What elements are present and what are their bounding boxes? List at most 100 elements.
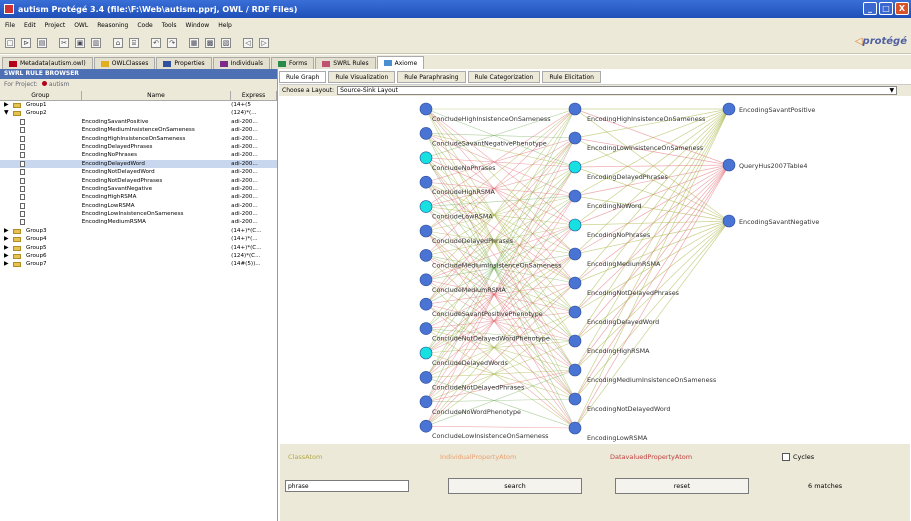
paste-icon[interactable]: ▥ xyxy=(91,37,101,48)
graph-node[interactable] xyxy=(419,224,433,238)
tab-axiome[interactable]: Axiome xyxy=(376,56,425,69)
graph-node[interactable] xyxy=(568,102,582,116)
subtab-rule-graph[interactable]: Rule Graph xyxy=(279,71,327,83)
menu-tools[interactable]: Tools xyxy=(162,22,177,29)
tab-owlclasses[interactable]: OWLClasses xyxy=(93,57,156,69)
subtab-rule-paraphrasing[interactable]: Rule Paraphrasing xyxy=(397,71,466,83)
rule-graph-canvas[interactable]: ConcludeHighInsistenceOnSameness Conclude… xyxy=(280,97,910,442)
graph-node[interactable] xyxy=(419,273,433,287)
collapse-arrow-icon[interactable]: ▶ xyxy=(4,252,9,260)
graph-node[interactable] xyxy=(568,392,582,406)
graph-node[interactable] xyxy=(568,363,582,377)
rule-row[interactable]: EncodingSavantPositive adi-200... xyxy=(0,118,277,126)
graph-node[interactable] xyxy=(568,334,582,348)
tab-forms[interactable]: Forms xyxy=(271,57,315,69)
open-icon[interactable]: ⊳ xyxy=(21,37,31,48)
collapse-arrow-icon[interactable]: ▶ xyxy=(4,244,9,252)
menu-window[interactable]: Window xyxy=(186,22,210,29)
subtab-rule-elicitation[interactable]: Rule Elicitation xyxy=(542,71,601,83)
menu-reasoning[interactable]: Reasoning xyxy=(97,22,128,29)
rule-row[interactable]: EncodingLowInsistenceOnSameness adi-200..… xyxy=(0,210,277,218)
forward-icon[interactable]: ▷ xyxy=(259,37,269,48)
graph-node[interactable] xyxy=(568,276,582,290)
layout-select[interactable]: Source-Sink Layout ▼ xyxy=(337,86,898,95)
menu-owl[interactable]: OWL xyxy=(74,22,88,29)
rule-row[interactable]: EncodingSavantNegative adi-200... xyxy=(0,185,277,193)
collapse-arrow-icon[interactable]: ▶ xyxy=(4,235,9,243)
graph-node[interactable] xyxy=(419,175,433,189)
rule-row[interactable]: EncodingMediumInsistenceOnSameness adi-20… xyxy=(0,126,277,134)
rule-group-row[interactable]: ▶ Group1 (14+(5 xyxy=(0,101,277,109)
undo-icon[interactable]: ↶ xyxy=(151,37,161,48)
column-header-name[interactable]: Name xyxy=(82,91,232,100)
copy-icon[interactable]: ▣ xyxy=(75,37,85,48)
back-icon[interactable]: ◁ xyxy=(243,37,253,48)
rule-group-row[interactable]: ▶ Group4 (14+)*(... xyxy=(0,235,277,243)
rule-row[interactable]: EncodingDelayedPhrases adi-200... xyxy=(0,143,277,151)
graph-node[interactable] xyxy=(568,131,582,145)
rule-row[interactable]: EncodingHighInsistenceOnSameness adi-200.… xyxy=(0,135,277,143)
rule-row[interactable]: EncodingNotDelayedPhrases adi-200... xyxy=(0,177,277,185)
graph-node[interactable] xyxy=(419,200,433,213)
graph-node[interactable] xyxy=(419,127,433,140)
rule-group-row[interactable]: ▼ Group2 (124)*(... xyxy=(0,109,277,117)
graph-node[interactable] xyxy=(568,160,582,174)
subtab-rule-visualization[interactable]: Rule Visualization xyxy=(328,71,396,83)
graph-node[interactable] xyxy=(419,151,433,165)
graph-node[interactable] xyxy=(568,189,582,203)
find-next-icon[interactable]: ⌸ xyxy=(129,37,139,48)
rule-row[interactable]: EncodingLowRSMA adi-200... xyxy=(0,202,277,210)
rule-group-row[interactable]: ▶ Group5 (14+)*(C... xyxy=(0,244,277,252)
collapse-arrow-icon[interactable]: ▶ xyxy=(4,227,9,235)
cycles-checkbox[interactable]: Cycles xyxy=(782,453,814,461)
rule-row[interactable]: EncodingNotDelayedWord adi-200... xyxy=(0,168,277,176)
cut-icon[interactable]: ✂ xyxy=(59,37,69,48)
rule-row[interactable]: EncodingDelayedWord adi-200... xyxy=(0,159,277,169)
tab-properties[interactable]: Properties xyxy=(156,57,212,69)
graph-node[interactable] xyxy=(722,102,736,116)
collapse-arrow-icon[interactable]: ▶ xyxy=(4,101,9,109)
reset-button[interactable]: reset xyxy=(615,478,749,494)
graph-node[interactable] xyxy=(419,297,433,311)
column-header-group[interactable]: Group xyxy=(0,91,82,100)
graph-node[interactable] xyxy=(722,214,736,228)
graph-node[interactable] xyxy=(419,102,433,116)
new-icon[interactable]: □ xyxy=(5,37,15,48)
expand-arrow-icon[interactable]: ▼ xyxy=(4,109,9,117)
tab-swrl-rules[interactable]: SWRL Rules xyxy=(315,57,376,69)
menu-edit[interactable]: Edit xyxy=(24,22,36,29)
tab-individuals[interactable]: Individuals xyxy=(212,57,271,69)
graph-node[interactable] xyxy=(419,395,433,409)
maximize-button[interactable]: □ xyxy=(879,2,893,15)
redo-icon[interactable]: ↷ xyxy=(167,37,177,48)
rule-group-row[interactable]: ▶ Group3 (14+)*(C... xyxy=(0,227,277,235)
graph-node[interactable] xyxy=(722,158,736,172)
rule-group-row[interactable]: ▶ Group7 (14#(5))... xyxy=(0,260,277,268)
search-button[interactable]: search xyxy=(448,478,582,494)
close-button[interactable]: X xyxy=(895,2,909,15)
menu-code[interactable]: Code xyxy=(137,22,152,29)
menu-project[interactable]: Project xyxy=(45,22,66,29)
tab-metadata-autism-owl[interactable]: Metadata(autism.owl) xyxy=(2,57,93,69)
graph-node[interactable] xyxy=(419,346,433,360)
column-header-express[interactable]: Express xyxy=(231,91,277,100)
graph-node[interactable] xyxy=(419,371,433,384)
minimize-button[interactable]: _ xyxy=(863,2,877,15)
graph-node[interactable] xyxy=(568,247,582,261)
rule-group-row[interactable]: ▶ Group6 (124)*(C... xyxy=(0,252,277,260)
graph-node[interactable] xyxy=(568,305,582,319)
graph-node[interactable] xyxy=(568,421,582,435)
save-icon[interactable]: ▤ xyxy=(37,37,47,48)
rule-row[interactable]: EncodingHighRSMA adi-200... xyxy=(0,193,277,201)
widget-c-icon[interactable]: ▧ xyxy=(221,37,231,48)
graph-node[interactable] xyxy=(568,218,582,232)
find-icon[interactable]: ⌂ xyxy=(113,37,123,48)
menu-help[interactable]: Help xyxy=(218,22,232,29)
graph-node[interactable] xyxy=(419,249,433,262)
rule-row[interactable]: EncodingMediumRSMA adi-200... xyxy=(0,218,277,226)
widget-b-icon[interactable]: ▩ xyxy=(205,37,215,48)
graph-node[interactable] xyxy=(419,322,433,335)
subtab-rule-categorization[interactable]: Rule Categorization xyxy=(467,71,541,83)
widget-a-icon[interactable]: ▦ xyxy=(189,37,199,48)
collapse-arrow-icon[interactable]: ▶ xyxy=(4,260,9,268)
